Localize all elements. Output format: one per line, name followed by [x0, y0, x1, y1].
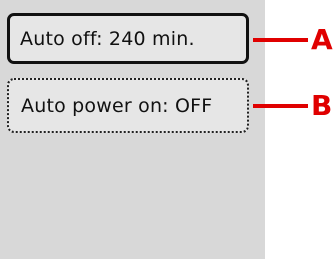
callout-label-a: A [311, 23, 333, 56]
callout-line-a [253, 38, 308, 42]
auto-power-on-label: Auto power on: OFF [21, 94, 213, 117]
lcd-screen: Auto off: 240 min. Auto power on: OFF [0, 0, 265, 259]
callout-label-b: B [311, 89, 333, 122]
callout-line-b [253, 104, 308, 108]
auto-off-setting-button[interactable]: Auto off: 240 min. [7, 13, 249, 64]
figure: Auto off: 240 min. Auto power on: OFF A … [0, 0, 335, 259]
auto-power-on-setting-button[interactable]: Auto power on: OFF [7, 78, 249, 133]
auto-off-label: Auto off: 240 min. [20, 27, 195, 50]
